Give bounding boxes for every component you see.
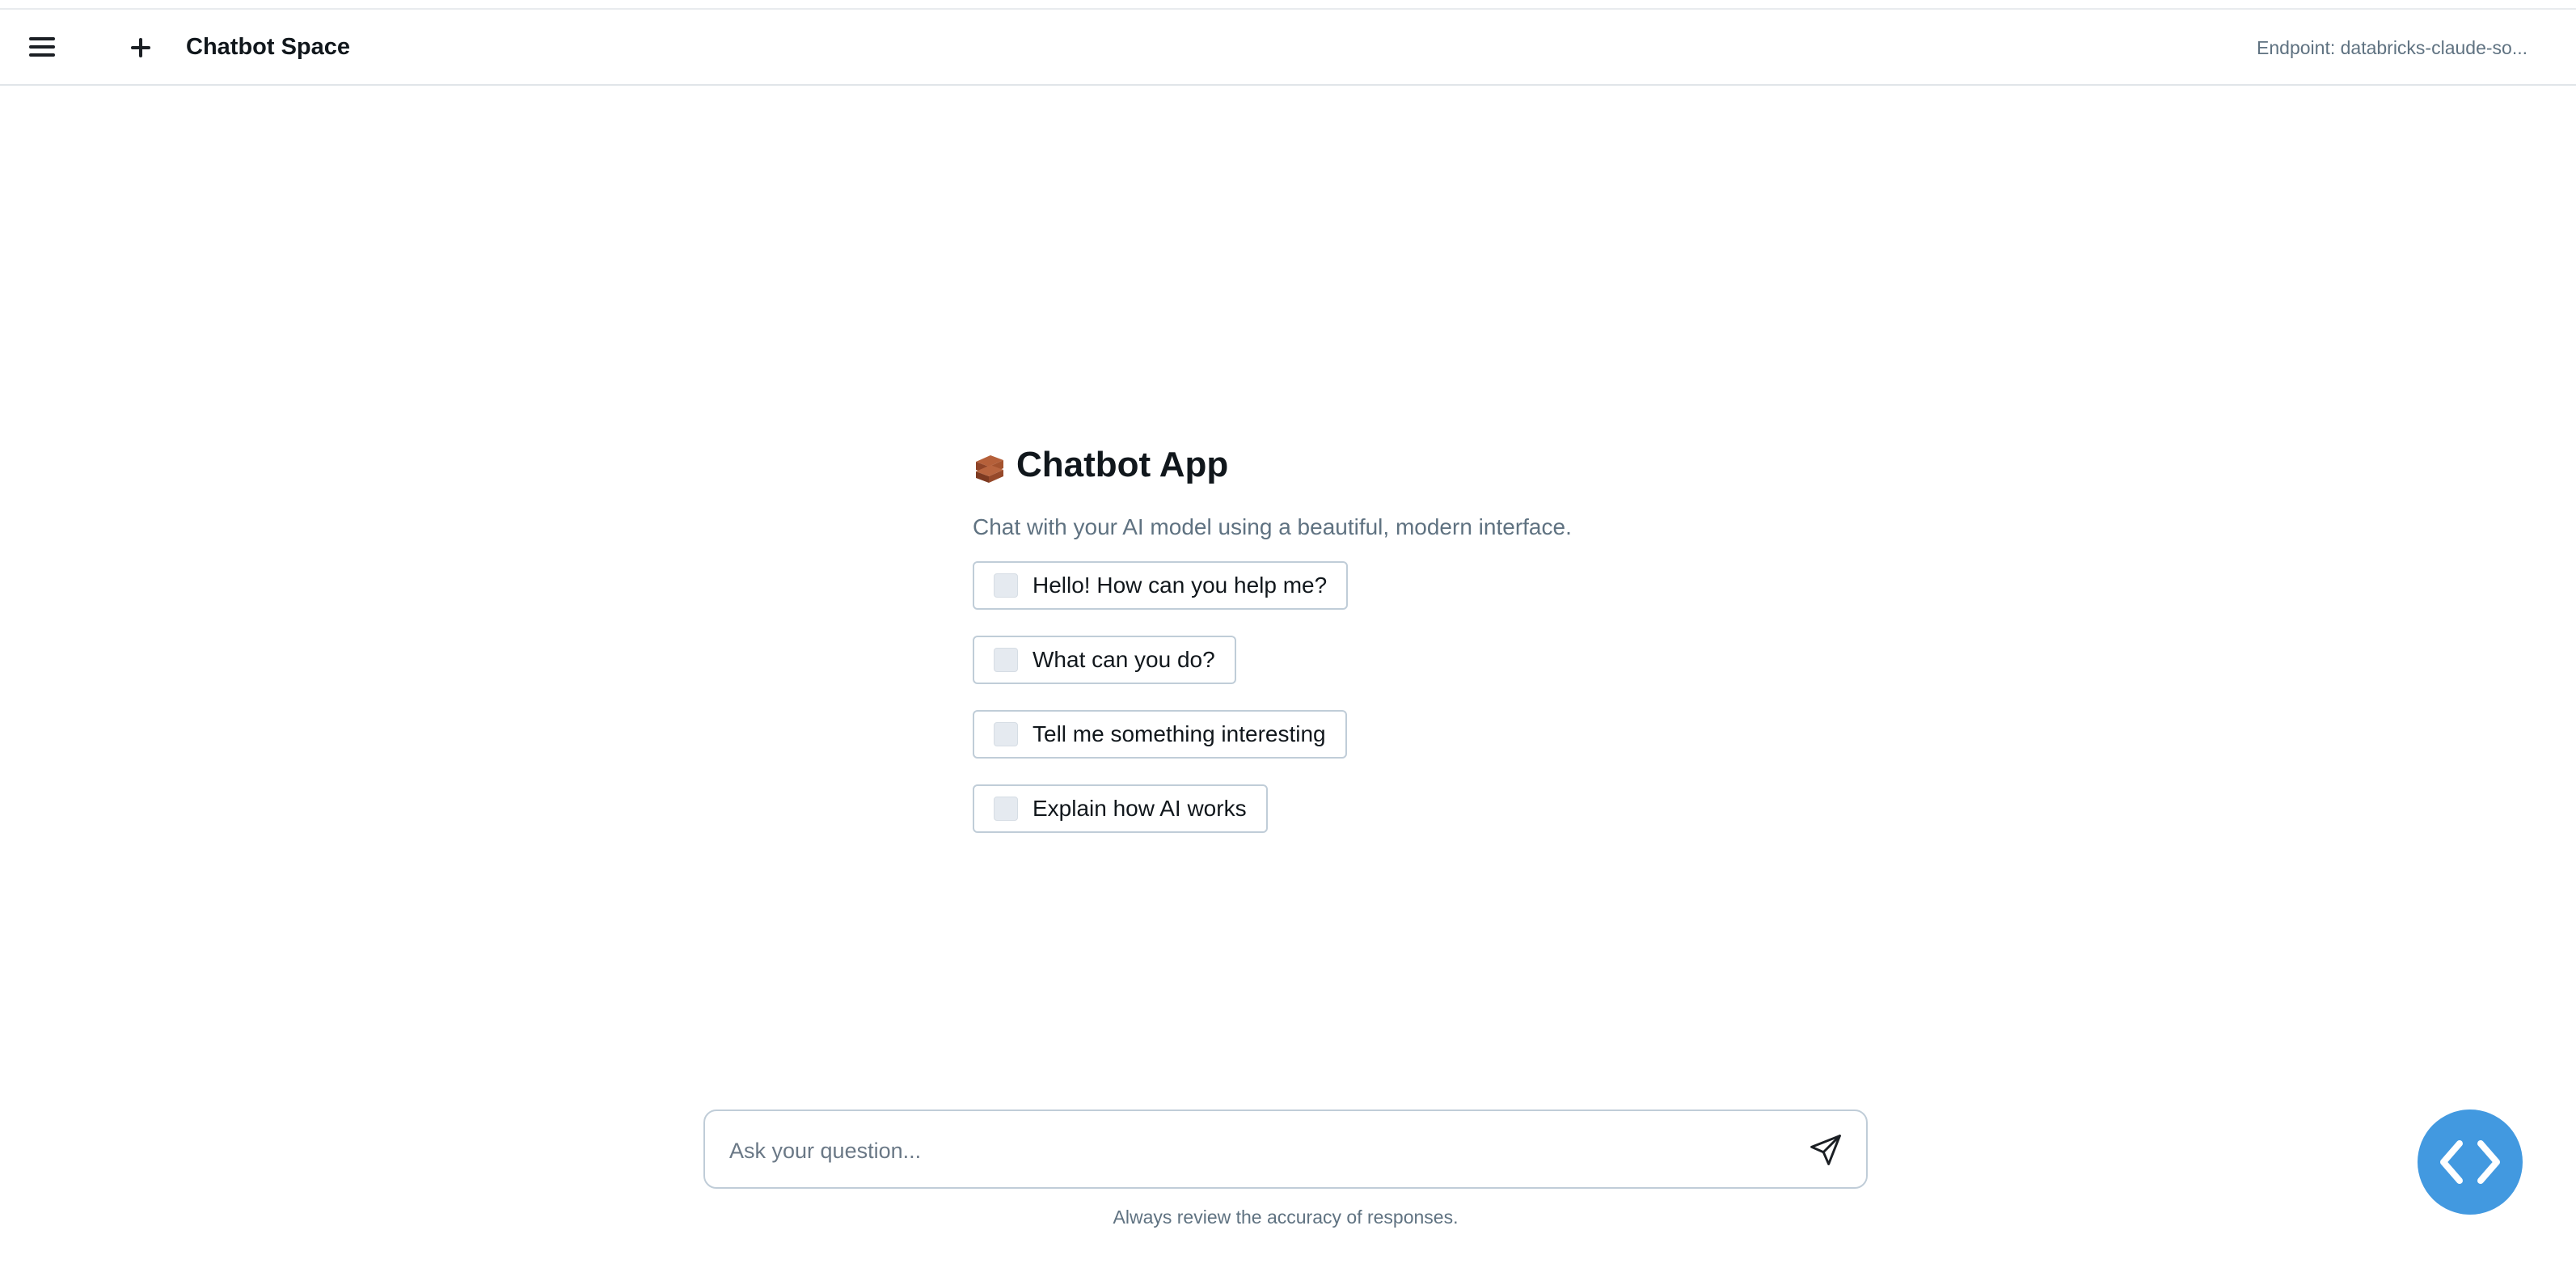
send-paper-plane-icon <box>1810 1135 1841 1165</box>
suggestion-checkbox-icon <box>994 573 1018 598</box>
suggestion-label: What can you do? <box>1033 647 1215 672</box>
window-top-strip <box>0 0 2576 10</box>
suggestion-list: Hello! How can you help me? What can you… <box>973 561 1700 833</box>
suggestion-checkbox-icon <box>994 722 1018 746</box>
suggestion-button[interactable]: What can you do? <box>973 636 1236 684</box>
welcome-panel: Chatbot App Chat with your AI model usin… <box>973 437 1700 859</box>
accuracy-disclaimer: Always review the accuracy of responses. <box>1113 1207 1459 1228</box>
suggestion-label: Tell me something interesting <box>1033 721 1326 746</box>
code-brackets-icon <box>2440 1140 2500 1184</box>
suggestion-label: Explain how AI works <box>1033 796 1247 821</box>
suggestion-button[interactable]: Hello! How can you help me? <box>973 561 1349 610</box>
app-header: Chatbot Space Endpoint: databricks-claud… <box>0 10 2576 86</box>
hamburger-menu-icon <box>29 37 55 40</box>
send-button[interactable] <box>1808 1132 1843 1168</box>
code-view-button[interactable] <box>2418 1110 2523 1215</box>
welcome-subtitle: Chat with your AI model using a beautifu… <box>973 514 1572 539</box>
question-input[interactable] <box>728 1129 1766 1173</box>
suggestion-button[interactable]: Tell me something interesting <box>973 710 1347 759</box>
app-title: Chatbot Space <box>186 34 351 60</box>
suggestion-checkbox-icon <box>994 648 1018 672</box>
suggestion-label: Hello! How can you help me? <box>1033 573 1328 598</box>
brick-emoji-icon <box>973 447 1007 483</box>
menu-button[interactable] <box>24 32 63 61</box>
endpoint-label[interactable]: Endpoint: databricks-claude-so... <box>2257 34 2527 61</box>
welcome-title: Chatbot App <box>1016 445 1229 484</box>
suggestion-checkbox-icon <box>994 797 1018 821</box>
welcome-heading: Chatbot App <box>973 437 1700 493</box>
chat-composer <box>703 1110 1868 1189</box>
suggestion-button[interactable]: Explain how AI works <box>973 784 1268 833</box>
new-chat-button[interactable] <box>121 27 160 66</box>
